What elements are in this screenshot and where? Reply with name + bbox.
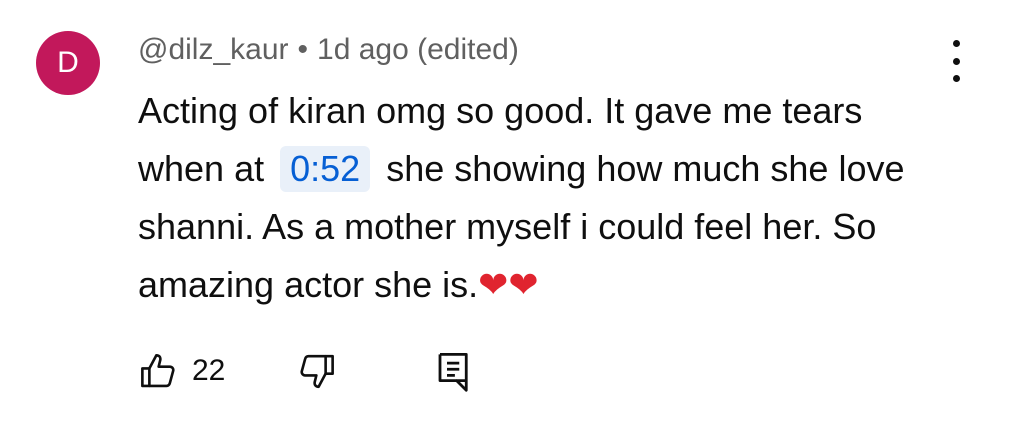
comment-text: Acting of kiran omg so good. It gave me … [138, 82, 958, 314]
comment-meta: @dilz_kaur • 1d ago (edited) [138, 30, 519, 70]
avatar[interactable]: D [36, 31, 100, 95]
author-handle[interactable]: @dilz_kaur [138, 33, 289, 66]
comment: D @dilz_kaur • 1d ago (edited) Acting of k… [0, 0, 1024, 423]
thumbs-down-icon [300, 354, 335, 389]
timestamp-link[interactable]: 0:52 [280, 146, 371, 192]
comment-actions: 22 [138, 346, 475, 396]
thumbs-up-icon [141, 353, 175, 388]
meta-separator: • [297, 33, 309, 66]
reply-icon [438, 352, 469, 392]
more-vertical-icon[interactable] [938, 40, 974, 82]
dislike-button[interactable] [295, 350, 337, 392]
like-count: 22 [192, 354, 226, 387]
comment-time: 1d ago (edited) [317, 33, 519, 66]
reply-button[interactable] [433, 349, 475, 393]
like-button[interactable]: 22 [138, 350, 225, 392]
avatar-letter: D [57, 46, 79, 79]
heart-emoji: ❤❤ [478, 264, 539, 305]
